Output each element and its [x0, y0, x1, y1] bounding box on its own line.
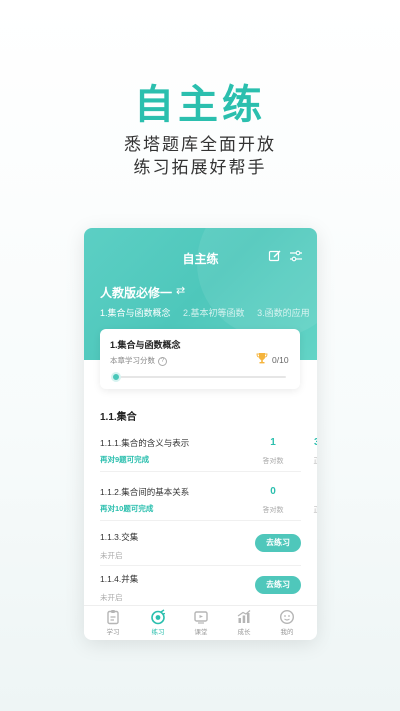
chapter-score-label-wrap: 本章学习分数?: [110, 355, 167, 366]
item-name: 1.1.3.交集: [100, 532, 139, 542]
section-title: 1.1.集合: [100, 412, 137, 423]
promo-title: 自主练: [134, 83, 266, 127]
item-hint: 再对9题可完成: [100, 455, 150, 464]
correct-count-label: 答对数: [262, 458, 284, 465]
tab-chapter-3[interactable]: 3.函数的应用: [257, 308, 310, 318]
item-hint: 再对10题可完成: [100, 504, 154, 513]
divider: [100, 520, 301, 521]
textbook-selector[interactable]: 人教版必修一: [100, 284, 172, 301]
progress-knob: [111, 372, 121, 382]
edit-icon[interactable]: [268, 249, 282, 263]
promo-subtitle-line2: 练习拓展好帮手: [133, 158, 267, 177]
bottom-tab-bar: 学习 练习 课堂 成长 我的: [84, 605, 317, 640]
growth-chart-icon: [237, 610, 251, 623]
chapter-tabs: 1.集合与函数概念 2.基本初等函数 3.函数的应用: [100, 306, 317, 319]
correct-count: 1: [270, 437, 276, 448]
practice-icon: [151, 609, 166, 625]
trophy-icon: [256, 353, 268, 364]
tab-chapter-2[interactable]: 2.基本初等函数: [183, 308, 245, 318]
chapter-score: 0/10: [272, 355, 289, 365]
tab-profile[interactable]: 我的: [264, 609, 310, 636]
promo-subtitle-line1: 悉塔题库全面开放: [124, 135, 276, 154]
accuracy-rate: 0%: [301, 486, 318, 497]
tab-classroom-label: 课堂: [194, 629, 208, 636]
go-practice-button[interactable]: 去练习: [255, 534, 301, 552]
accuracy-rate-label: 正确率: [301, 505, 318, 515]
item-status: 未开启: [100, 551, 123, 560]
filter-icon[interactable]: [289, 249, 303, 263]
tab-growth-label: 成长: [237, 629, 251, 636]
swap-icon[interactable]: ⇄: [176, 284, 185, 297]
app-header-title: 自主练: [182, 252, 219, 266]
correct-count: 0: [270, 486, 276, 497]
tab-profile-label: 我的: [280, 629, 294, 636]
tab-study[interactable]: 学习: [90, 609, 136, 636]
item-name: 1.1.1.集合的含义与表示: [100, 438, 190, 448]
accuracy-rate: 33%: [313, 437, 317, 448]
tab-practice[interactable]: 练习: [135, 609, 181, 636]
tab-growth[interactable]: 成长: [221, 609, 267, 636]
chapter-progress-card[interactable]: 1.集合与函数概念 本章学习分数? 0/10: [100, 329, 300, 389]
item-status: 未开启: [100, 593, 123, 602]
tab-chapter-1[interactable]: 1.集合与函数概念: [100, 308, 171, 318]
chapter-score-label: 本章学习分数: [110, 356, 155, 365]
progress-track: [114, 376, 286, 378]
correct-count-label: 答对数: [262, 507, 284, 514]
accuracy-rate-label: 正确率: [301, 456, 318, 466]
go-practice-button[interactable]: 去练习: [255, 576, 301, 594]
divider: [100, 565, 301, 566]
chapter-title: 1.集合与函数概念: [110, 340, 181, 350]
profile-icon: [279, 609, 295, 625]
phone-screen: 自主练 人教版必修一 ⇄ 1.集合与函数概念 2.基本初等函数 3.函数的应用 …: [84, 228, 317, 640]
item-name: 1.1.4.并集: [100, 574, 139, 584]
tab-study-label: 学习: [106, 629, 120, 636]
divider: [100, 471, 301, 472]
clipboard-icon: [107, 610, 119, 625]
tab-practice-label: 练习: [151, 629, 165, 636]
classroom-icon: [194, 611, 208, 624]
tab-classroom[interactable]: 课堂: [178, 609, 224, 636]
help-icon[interactable]: ?: [158, 356, 167, 366]
item-name: 1.1.2.集合间的基本关系: [100, 487, 190, 497]
